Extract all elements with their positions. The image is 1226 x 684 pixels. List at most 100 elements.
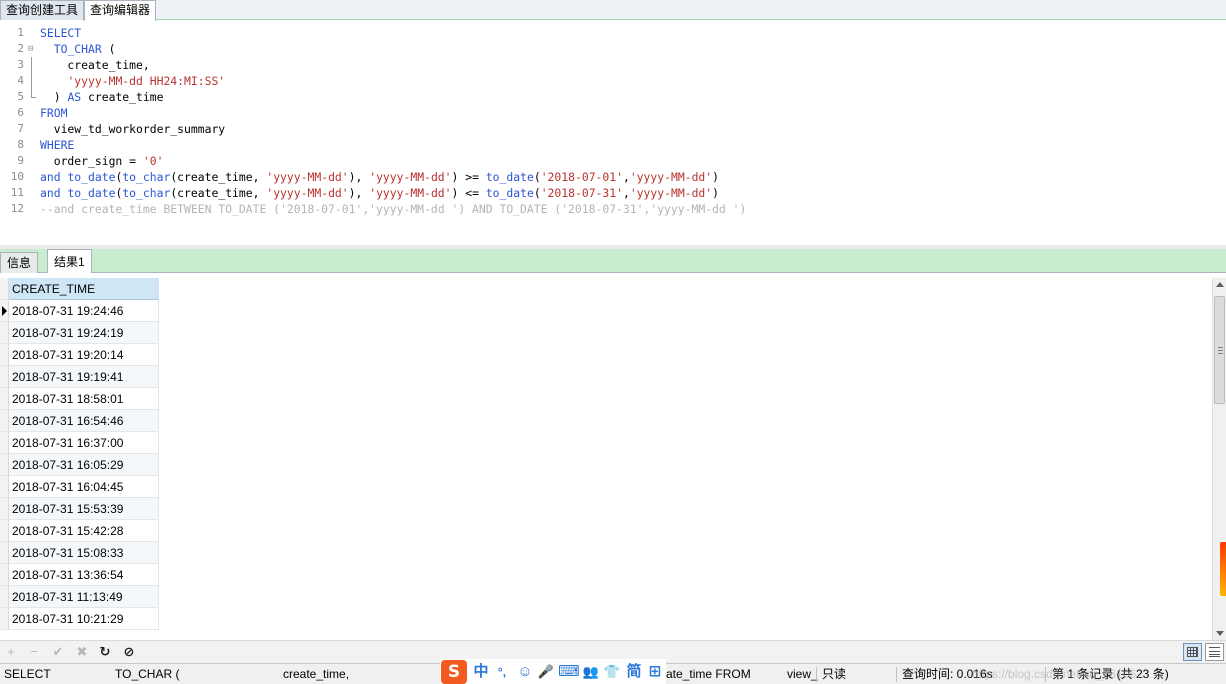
table-cell[interactable]: 2018-07-31 19:19:41 <box>9 366 159 388</box>
code-line[interactable]: WHERE <box>40 137 74 153</box>
delete-record-button[interactable]: − <box>25 643 43 661</box>
ime-punctuation-icon[interactable]: °, <box>492 662 512 682</box>
table-cell[interactable]: 2018-07-31 15:08:33 <box>9 542 159 564</box>
ime-toolbar[interactable]: S 中 °, ☺ 🎤 ⌨ 👥 👕 简 ⊞ <box>440 659 666 684</box>
ime-keyboard-icon[interactable]: ⌨ <box>558 662 580 682</box>
row-indicator[interactable] <box>0 322 9 344</box>
ime-emoji-icon[interactable]: ☺ <box>514 662 536 682</box>
row-indicator[interactable] <box>0 542 9 564</box>
watermark-url: https://blog.csdn.net/qq_26106… <box>972 667 1149 681</box>
code-line[interactable]: --and create_time BETWEEN TO_DATE ('2018… <box>40 201 746 217</box>
row-indicator[interactable] <box>0 366 9 388</box>
sql-text: ( <box>533 186 541 200</box>
table-cell[interactable]: 2018-07-31 11:13:49 <box>9 586 159 608</box>
row-indicator[interactable] <box>0 410 9 432</box>
code-line[interactable]: FROM <box>40 105 67 121</box>
sql-text: ), <box>348 170 370 184</box>
status-sql-preview: view_ <box>787 667 818 681</box>
table-cell[interactable]: 2018-07-31 16:54:46 <box>9 410 159 432</box>
sql-keyword: and <box>40 186 61 200</box>
code-line[interactable]: and to_date(to_char(create_time, 'yyyy-M… <box>40 185 719 201</box>
row-indicator[interactable] <box>0 608 9 630</box>
row-indicator[interactable] <box>0 586 9 608</box>
stop-button[interactable]: ⊘ <box>120 643 138 661</box>
status-divider <box>896 667 897 682</box>
column-header-create-time[interactable]: CREATE_TIME <box>9 278 159 300</box>
form-view-button[interactable] <box>1205 643 1224 661</box>
table-cell[interactable]: 2018-07-31 16:04:45 <box>9 476 159 498</box>
table-cell[interactable]: 2018-07-31 19:24:46 <box>9 300 159 322</box>
sql-string: 'yyyy-MM-dd' <box>266 186 349 200</box>
ime-user-icon[interactable]: 👥 <box>580 662 602 682</box>
table-cell[interactable]: 2018-07-31 19:20:14 <box>9 344 159 366</box>
table-cell[interactable]: 2018-07-31 15:42:28 <box>9 520 159 542</box>
ime-simplified-mode[interactable]: 简 <box>624 662 644 682</box>
table-cell[interactable]: 2018-07-31 15:53:39 <box>9 498 159 520</box>
tab-query-editor[interactable]: 查询编辑器 <box>84 0 157 21</box>
table-cell[interactable]: 2018-07-31 13:36:54 <box>9 564 159 586</box>
line-number: 10 <box>10 170 24 183</box>
scrollbar-thumb[interactable] <box>1214 296 1225 404</box>
row-indicator[interactable] <box>0 300 9 322</box>
refresh-button[interactable]: ↻ <box>96 643 114 661</box>
row-indicator[interactable] <box>0 564 9 586</box>
add-record-button[interactable]: + <box>2 643 20 661</box>
sql-function: to_char <box>122 170 171 184</box>
result-grid[interactable]: CREATE_TIME 2018-07-31 19:24:46 2018-07-3… <box>0 278 1212 640</box>
sql-string: '0' <box>142 154 164 168</box>
table-cell[interactable]: 2018-07-31 19:24:19 <box>9 322 159 344</box>
sql-text: ( <box>533 170 541 184</box>
code-line[interactable]: view_td_workorder_summary <box>40 121 225 137</box>
sql-text: , <box>622 170 630 184</box>
line-number: 8 <box>17 138 24 151</box>
line-number: 12 <box>10 202 24 215</box>
tab-query-builder[interactable]: 查询创建工具 <box>0 0 85 20</box>
scroll-up-arrow-icon[interactable] <box>1216 282 1224 287</box>
sql-comment: --and create_time BETWEEN TO_DATE ('2018… <box>40 202 747 216</box>
table-cell[interactable]: 2018-07-31 18:58:01 <box>9 388 159 410</box>
code-line[interactable]: create_time, <box>40 57 149 73</box>
ime-skin-icon[interactable]: 👕 <box>602 662 622 682</box>
thumb-grip <box>1218 347 1223 348</box>
line-number: 5 <box>17 90 24 103</box>
grid-view-button[interactable] <box>1183 643 1202 661</box>
table-cell[interactable]: 2018-07-31 16:05:29 <box>9 454 159 476</box>
code-line[interactable]: TO_CHAR ( <box>40 41 116 57</box>
code-line[interactable]: ) AS create_time <box>40 89 164 105</box>
result-tab-bar: 信息 结果1 <box>0 249 1226 273</box>
row-indicator[interactable] <box>0 520 9 542</box>
row-indicator[interactable] <box>0 344 9 366</box>
ime-chinese-mode[interactable]: 中 <box>470 662 492 682</box>
sogou-logo-icon[interactable]: S <box>441 660 467 684</box>
scroll-down-arrow-icon[interactable] <box>1216 631 1224 636</box>
row-indicator[interactable] <box>0 432 9 454</box>
line-number: 4 <box>17 74 24 87</box>
sql-text: (create_time, <box>170 170 267 184</box>
code-line[interactable]: SELECT <box>40 25 81 41</box>
tab-result-1[interactable]: 结果1 <box>47 249 92 273</box>
ime-side-handle[interactable] <box>1220 542 1226 596</box>
discard-changes-button[interactable]: ✖ <box>73 643 91 661</box>
sql-function: to_date <box>67 170 116 184</box>
table-cell[interactable]: 2018-07-31 10:21:29 <box>9 608 159 630</box>
fold-collapse-icon[interactable]: ⊟ <box>28 41 33 57</box>
table-cell[interactable]: 2018-07-31 16:37:00 <box>9 432 159 454</box>
row-indicator[interactable] <box>0 498 9 520</box>
sql-string: 'yyyy-MM-dd' <box>266 170 349 184</box>
code-line[interactable]: 'yyyy-MM-dd HH24:MI:SS' <box>40 73 225 89</box>
sql-text: ( <box>101 42 116 56</box>
code-line[interactable]: order_sign = '0' <box>40 153 164 169</box>
grid-corner <box>0 278 9 300</box>
line-number: 11 <box>10 186 24 199</box>
code-line[interactable]: and to_date(to_char(create_time, 'yyyy-M… <box>40 169 719 185</box>
ime-voice-icon[interactable]: 🎤 <box>536 662 556 682</box>
row-indicator[interactable] <box>0 454 9 476</box>
grid-view-icon <box>1187 647 1198 657</box>
tab-info[interactable]: 信息 <box>0 252 39 273</box>
row-indicator[interactable] <box>0 476 9 498</box>
line-number: 9 <box>17 154 24 167</box>
apply-changes-button[interactable]: ✔ <box>49 643 67 661</box>
row-indicator[interactable] <box>0 388 9 410</box>
sql-editor[interactable]: 1 2 3 4 5 6 7 8 9 10 11 12 ⊟ SELECT TO_CHAR ( create_… <box>0 21 1226 245</box>
ime-toolbox-icon[interactable]: ⊞ <box>645 662 665 682</box>
